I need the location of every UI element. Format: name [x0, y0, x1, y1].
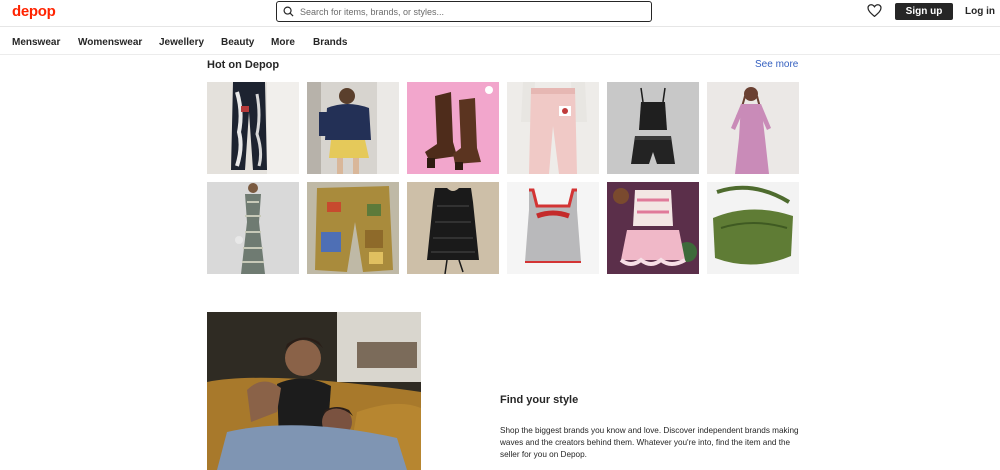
- hot-on-depop-title: Hot on Depop: [207, 59, 280, 71]
- black-top-shorts-set-photo: [607, 82, 699, 174]
- cherry-grey-tank-photo: [507, 182, 599, 274]
- product-tile[interactable]: [607, 82, 699, 174]
- brown-leather-boots-photo: [407, 82, 499, 174]
- see-more-link[interactable]: See more: [755, 59, 798, 70]
- sign-up-button[interactable]: Sign up: [895, 3, 953, 20]
- product-tile[interactable]: [307, 82, 399, 174]
- log-in-link[interactable]: Log in: [965, 6, 995, 17]
- product-tile[interactable]: [607, 182, 699, 274]
- find-your-style-image: [207, 312, 421, 470]
- green-crossbody-bag-photo: [707, 182, 799, 274]
- top-bar: depop Sign up Log in: [0, 0, 1000, 27]
- nav-item-more[interactable]: More: [271, 37, 295, 48]
- nav-item-beauty[interactable]: Beauty: [221, 37, 254, 48]
- graphic-jeans-photo: [207, 82, 299, 174]
- couple-on-sofa-photo: [207, 312, 421, 470]
- search-bar[interactable]: [276, 1, 652, 22]
- product-tile[interactable]: [207, 182, 299, 274]
- nav-item-menswear[interactable]: Menswear: [12, 37, 60, 48]
- pink-mesh-dress-photo: [707, 82, 799, 174]
- depop-logo[interactable]: depop: [12, 3, 56, 20]
- search-input[interactable]: [300, 6, 630, 17]
- nav-item-womenswear[interactable]: Womenswear: [78, 37, 142, 48]
- product-tile[interactable]: [507, 82, 599, 174]
- pink-ruffle-set-photo: [607, 182, 699, 274]
- nav-item-jewellery[interactable]: Jewellery: [159, 37, 204, 48]
- product-tile[interactable]: [507, 182, 599, 274]
- find-your-style-title: Find your style: [500, 394, 579, 406]
- navy-sweater-skirt-photo: [307, 82, 399, 174]
- product-tile[interactable]: [307, 182, 399, 274]
- category-nav: Menswear Womenswear Jewellery Beauty Mor…: [0, 28, 1000, 55]
- black-mesh-top-photo: [407, 182, 499, 274]
- patterned-maxi-dress-photo: [207, 182, 299, 274]
- heart-icon[interactable]: [867, 4, 882, 17]
- product-tile[interactable]: [707, 182, 799, 274]
- find-your-style-description: Shop the biggest brands you know and lov…: [500, 426, 799, 459]
- nav-item-brands[interactable]: Brands: [313, 37, 347, 48]
- product-tile[interactable]: [407, 182, 499, 274]
- patchwork-cargo-pants-photo: [307, 182, 399, 274]
- pink-joggers-photo: [507, 82, 599, 174]
- search-icon: [283, 6, 294, 17]
- product-tile[interactable]: [407, 82, 499, 174]
- product-tile[interactable]: [207, 82, 299, 174]
- product-tile[interactable]: [707, 82, 799, 174]
